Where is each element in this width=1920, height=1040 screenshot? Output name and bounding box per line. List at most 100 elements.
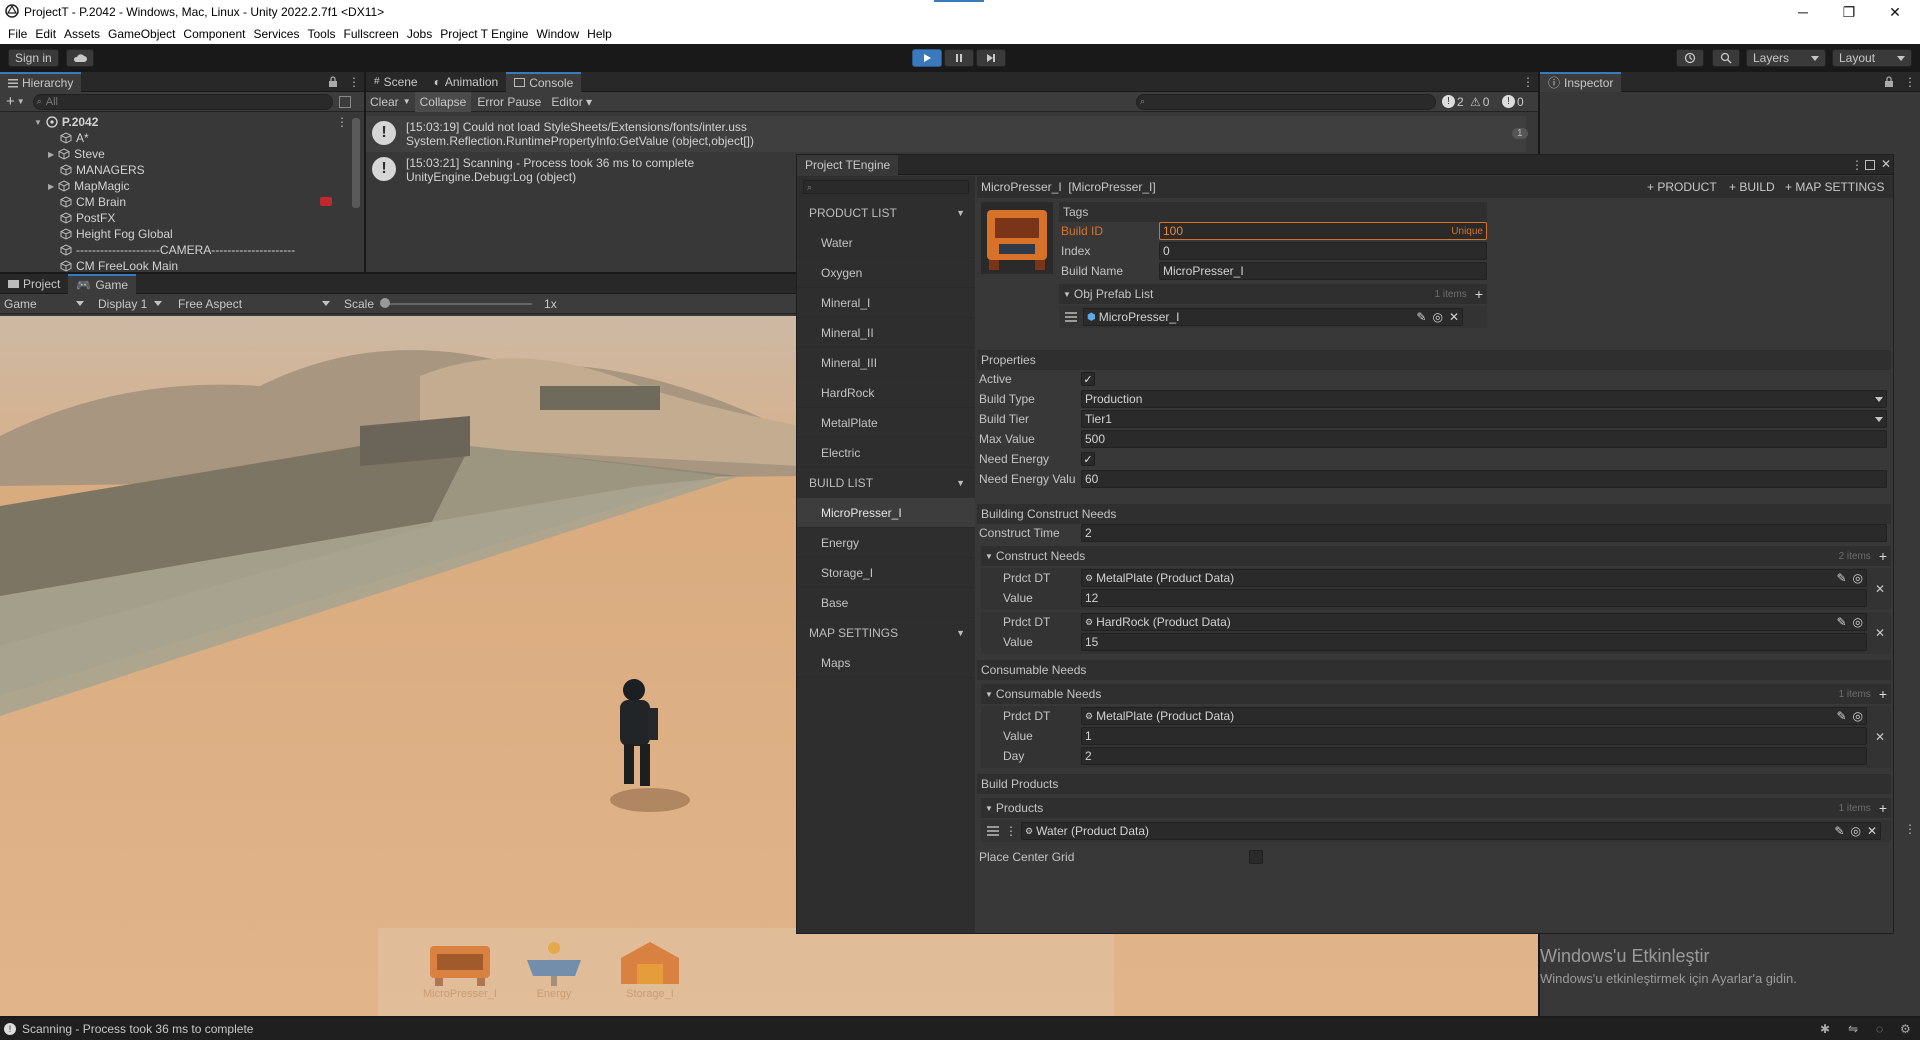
value-field[interactable]: 15: [1081, 633, 1867, 651]
error-pause-button[interactable]: Error Pause: [471, 95, 547, 109]
kebab-menu-icon[interactable]: ⋮: [1851, 158, 1863, 172]
hierarchy-item-astar[interactable]: A*: [0, 130, 364, 146]
search-button[interactable]: [1712, 49, 1740, 67]
scale-slider[interactable]: [380, 297, 533, 308]
tab-project-tengine[interactable]: Project TEngine: [797, 154, 899, 175]
nav-item-maps[interactable]: Maps: [797, 648, 975, 678]
edit-pencil-icon[interactable]: ✎: [1836, 615, 1846, 629]
add-icon[interactable]: +: [6, 93, 15, 110]
hud-slot[interactable]: MicroPresser_I: [414, 938, 506, 1000]
kebab-menu-icon[interactable]: ⋮: [348, 75, 360, 89]
menu-edit[interactable]: Edit: [35, 27, 56, 41]
hud-slot[interactable]: Storage_I: [604, 938, 696, 1000]
bug-icon[interactable]: ✱: [1820, 1022, 1830, 1036]
max-value-field[interactable]: 500: [1081, 430, 1887, 448]
tab-game[interactable]: 🎮 Game: [68, 273, 136, 294]
edit-pencil-icon[interactable]: ✎: [1416, 310, 1426, 324]
collapse-button[interactable]: Collapse: [414, 91, 472, 112]
expand-arrow-icon[interactable]: ▶: [48, 150, 54, 159]
hierarchy-item-mapmagic[interactable]: ▶ MapMagic: [0, 178, 364, 194]
engine-search-input[interactable]: ⌕: [803, 180, 969, 194]
menu-services[interactable]: Services: [253, 27, 299, 41]
display-mode-dropdown[interactable]: Game: [0, 297, 88, 311]
target-icon[interactable]: ◎: [1853, 615, 1863, 629]
add-icon[interactable]: +: [1879, 548, 1887, 564]
drag-handle-icon[interactable]: [1065, 312, 1077, 322]
menu-assets[interactable]: Assets: [64, 27, 100, 41]
step-button[interactable]: [976, 49, 1006, 67]
nav-item-energy[interactable]: Energy: [797, 528, 975, 558]
nav-item-storage[interactable]: Storage_I: [797, 558, 975, 588]
spinner-icon[interactable]: ◌: [1876, 1022, 1883, 1036]
tab-hierarchy[interactable]: Hierarchy: [0, 71, 82, 92]
consumable-needs-list-header[interactable]: ▼ Consumable Needs 1 items +: [981, 684, 1891, 704]
kebab-menu-icon[interactable]: ⋮: [1904, 822, 1916, 836]
maximize-icon[interactable]: [1865, 160, 1875, 170]
day-field[interactable]: 2: [1081, 747, 1867, 765]
menu-help[interactable]: Help: [587, 27, 612, 41]
play-button[interactable]: [912, 49, 942, 67]
add-map-settings-button[interactable]: + MAP SETTINGS: [1785, 180, 1884, 194]
maximize-button[interactable]: ❐: [1826, 0, 1872, 24]
obj-prefab-object-field[interactable]: ⬢ MicroPresser_I ✎ ◎ ✕: [1083, 308, 1463, 326]
kebab-menu-icon[interactable]: ⋮: [1522, 75, 1534, 89]
hud-slot[interactable]: Energy: [508, 938, 600, 1000]
target-icon[interactable]: ◎: [1853, 709, 1863, 723]
nav-item-mineral-i[interactable]: Mineral_I: [797, 288, 975, 318]
nav-item-micropresser[interactable]: MicroPresser_I: [797, 498, 975, 528]
slider-thumb[interactable]: [380, 297, 391, 308]
build-tier-dropdown[interactable]: Tier1: [1081, 410, 1887, 428]
tab-animation[interactable]: ◐ Animation: [426, 72, 507, 92]
edit-pencil-icon[interactable]: ✎: [1834, 824, 1844, 838]
hierarchy-item-cm-brain[interactable]: CM Brain: [0, 194, 364, 210]
expand-arrow-icon[interactable]: ▶: [48, 182, 54, 191]
expand-arrow-icon[interactable]: ▼: [34, 118, 42, 127]
nav-item-base[interactable]: Base: [797, 588, 975, 618]
prdct-dt-field[interactable]: ⚙ HardRock (Product Data) ✎ ◎: [1081, 613, 1867, 631]
need-energy-checkbox[interactable]: ✓: [1081, 452, 1095, 466]
nav-item-metalplate[interactable]: MetalPlate: [797, 408, 975, 438]
nav-item-water[interactable]: Water: [797, 228, 975, 258]
lock-icon[interactable]: [1884, 76, 1894, 87]
build-type-dropdown[interactable]: Production: [1081, 390, 1887, 408]
log-count-toggle[interactable]: ! 2: [1442, 95, 1464, 109]
build-name-field[interactable]: MicroPresser_I: [1159, 262, 1487, 280]
tab-scene[interactable]: # Scene: [366, 72, 426, 92]
hierarchy-item-cm-freelook[interactable]: CM FreeLook Main: [0, 258, 364, 274]
menu-component[interactable]: Component: [183, 27, 245, 41]
close-button[interactable]: ✕: [1872, 0, 1918, 24]
history-button[interactable]: [1676, 49, 1704, 67]
clear-button[interactable]: Clear: [366, 95, 403, 109]
nav-item-mineral-ii[interactable]: Mineral_II: [797, 318, 975, 348]
construct-time-field[interactable]: 2: [1081, 524, 1887, 542]
products-list-header[interactable]: ▼ Products 1 items +: [981, 798, 1891, 818]
console-search-input[interactable]: ⌕: [1136, 93, 1436, 110]
console-message[interactable]: ! [15:03:19] Could not load StyleSheets/…: [366, 116, 1528, 152]
kebab-menu-icon[interactable]: ⋮: [1904, 75, 1916, 89]
menu-project-t-engine[interactable]: Project T Engine: [440, 27, 528, 41]
build-id-field[interactable]: 100 Unique: [1159, 222, 1487, 240]
settings-icon[interactable]: ⚙: [1900, 1022, 1911, 1036]
map-settings-header[interactable]: MAP SETTINGS ▼: [797, 618, 975, 648]
drag-handle-icon[interactable]: [987, 826, 999, 836]
product-object-field[interactable]: ⚙ Water (Product Data) ✎ ◎ ✕: [1021, 822, 1881, 840]
nav-item-oxygen[interactable]: Oxygen: [797, 258, 975, 288]
menu-file[interactable]: File: [8, 27, 27, 41]
add-product-button[interactable]: + PRODUCT: [1647, 180, 1717, 194]
add-build-button[interactable]: + BUILD: [1729, 180, 1775, 194]
place-center-grid-checkbox[interactable]: [1249, 850, 1263, 864]
remove-icon[interactable]: ✕: [1875, 626, 1885, 640]
tab-project[interactable]: Project: [0, 274, 68, 294]
prdct-dt-field[interactable]: ⚙ MetalPlate (Product Data) ✎ ◎: [1081, 707, 1867, 725]
menu-jobs[interactable]: Jobs: [407, 27, 432, 41]
network-icon[interactable]: ⇋: [1848, 1022, 1858, 1036]
edit-pencil-icon[interactable]: ✎: [1836, 571, 1846, 585]
minimize-button[interactable]: ─: [1780, 0, 1826, 24]
value-field[interactable]: 1: [1081, 727, 1867, 745]
warning-count-toggle[interactable]: ⚠ 0: [1470, 95, 1489, 109]
kebab-menu-icon[interactable]: ⋮: [336, 115, 348, 129]
close-icon[interactable]: ✕: [1881, 157, 1891, 171]
active-checkbox[interactable]: ✓: [1081, 372, 1095, 386]
remove-icon[interactable]: ✕: [1875, 582, 1885, 596]
tab-console[interactable]: Console: [506, 71, 582, 92]
